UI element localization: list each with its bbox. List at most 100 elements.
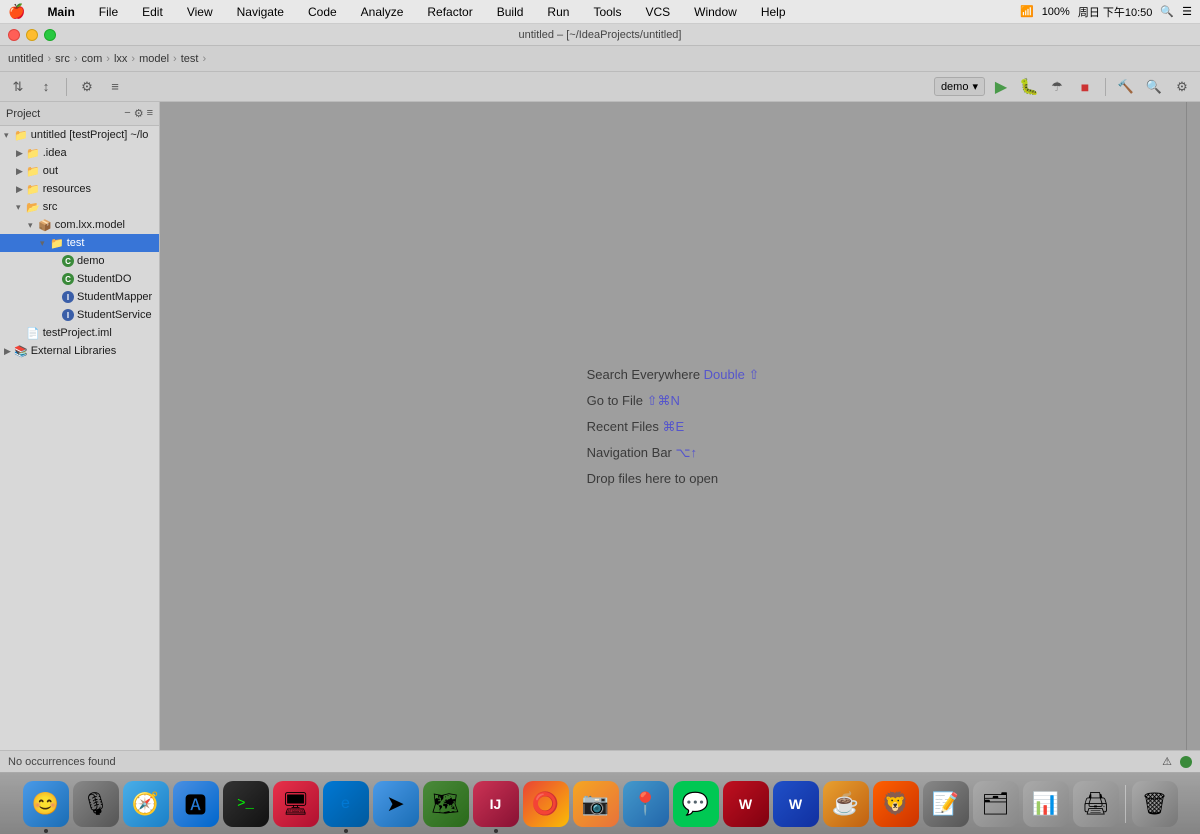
stop-button[interactable]: ■ [1073,76,1097,98]
sort-desc-button[interactable]: ↕ [34,76,58,98]
settings2-button[interactable]: ⚙ [1170,76,1194,98]
dock-brave[interactable]: 🦁 [873,781,919,827]
control-icon[interactable]: ☰ [1182,5,1192,18]
tree-item-src[interactable]: ▾ 📂 src [0,198,159,216]
class-badge-studentdo: C [62,273,74,285]
dock-wps[interactable]: W [723,781,769,827]
dock-trash[interactable]: 🗑 [1132,781,1178,827]
sidebar-header-icons: − ⚙ ≡ [124,107,153,120]
coverage-button[interactable]: ☂ [1045,76,1069,98]
menu-code[interactable]: Code [302,3,343,21]
menu-help[interactable]: Help [755,3,792,21]
menu-build[interactable]: Build [491,3,530,21]
sidebar-more-icon[interactable]: ≡ [147,107,153,120]
breadcrumb-item-test[interactable]: test [181,53,199,65]
tree-item-studentservice[interactable]: I StudentService [0,306,159,324]
appstore-icon: 🅰 [184,788,206,820]
run-configuration[interactable]: demo ▾ [934,77,985,96]
dock-intellij[interactable]: IJ [473,781,519,827]
dock-wps2[interactable]: W [773,781,819,827]
menu-main[interactable]: Main [41,3,80,21]
clock: 周日 下午10:50 [1078,4,1153,20]
dock-edge[interactable]: e [323,781,369,827]
breadcrumb-item-lxx[interactable]: lxx [114,53,127,65]
tree-item-test[interactable]: ▾ 📁 test [0,234,159,252]
dock-arrow-app[interactable]: ➤ [373,781,419,827]
dock-terminal[interactable]: >_ [223,781,269,827]
tree-item-demo[interactable]: C demo [0,252,159,270]
tree-label-package: com.lxx.model [55,219,125,231]
dock-chrome[interactable]: ⭕ [523,781,569,827]
menu-run[interactable]: Run [541,3,575,21]
breadcrumb-item-model[interactable]: model [139,53,169,65]
dock-appstore[interactable]: 🅰 [173,781,219,827]
tree-label-src: src [43,201,58,213]
expand-arrow: ▶ [16,166,26,177]
breadcrumb-item-untitled[interactable]: untitled [8,53,43,65]
tree-label-test: test [67,237,85,249]
dock-misc2[interactable]: 📊 [1023,781,1069,827]
breadcrumb-sep-3: › [106,53,110,65]
search-icon[interactable]: 🔍 [1160,5,1174,18]
tree-item-studentdo[interactable]: C StudentDO [0,270,159,288]
dock-misc3[interactable]: 🖨 [1073,781,1119,827]
tree-item-project[interactable]: ▾ 📁 untitled [testProject] ~/lo [0,126,159,144]
tree-item-resources[interactable]: ▶ 📁 resources [0,180,159,198]
dock-finder[interactable]: 😊 [23,781,69,827]
project-folder-icon: 📁 [14,129,28,142]
photos-icon: 📷 [582,791,609,817]
menu-refactor[interactable]: Refactor [421,3,478,21]
breadcrumb-item-com[interactable]: com [82,53,103,65]
menu-file[interactable]: File [93,3,124,21]
wps2-icon: W [789,796,802,812]
tree-item-package[interactable]: ▾ 📦 com.lxx.model [0,216,159,234]
menu-window[interactable]: Window [688,3,743,21]
menu-vcs[interactable]: VCS [639,3,676,21]
wps-icon: W [739,796,752,812]
menu-analyze[interactable]: Analyze [355,3,410,21]
sort-asc-button[interactable]: ⇅ [6,76,30,98]
hint-search-text: Search Everywhere [587,367,704,382]
sidebar-gear-icon[interactable]: ⚙ [134,107,144,120]
tree-item-iml[interactable]: 📄 testProject.iml [0,324,159,342]
sidebar-collapse-icon[interactable]: − [124,107,130,120]
dock-safari[interactable]: 🧭 [123,781,169,827]
terminal-icon: >_ [237,796,254,812]
menu-button[interactable]: ≡ [103,76,127,98]
tree-label-iml: testProject.iml [43,327,112,339]
close-button[interactable] [8,29,20,41]
dock-idea[interactable]: 🖥 [273,781,319,827]
tree-item-idea[interactable]: ▶ 📁 .idea [0,144,159,162]
hint-recent-shortcut: ⌘E [662,419,684,434]
breadcrumb-item-src[interactable]: src [55,53,70,65]
search-everywhere-button[interactable]: 🔍 [1142,76,1166,98]
chrome-icon: ⭕ [532,791,559,817]
menu-navigate[interactable]: Navigate [231,3,290,21]
tree-label-demo: demo [77,255,105,267]
menu-view[interactable]: View [181,3,219,21]
build-button[interactable]: 🔨 [1114,76,1138,98]
tree-item-studentmapper[interactable]: I StudentMapper [0,288,159,306]
dock-misc1[interactable]: 🗂 [973,781,1019,827]
dock-photos[interactable]: 📷 [573,781,619,827]
dock-siri[interactable]: 🎙 [73,781,119,827]
menu-edit[interactable]: Edit [136,3,169,21]
menu-tools[interactable]: Tools [587,3,627,21]
class-badge-demo: C [62,255,74,267]
dock-pin-app[interactable]: 📍 [623,781,669,827]
settings-button[interactable]: ⚙ [75,76,99,98]
dock-notes[interactable]: 📝 [923,781,969,827]
minimize-button[interactable] [26,29,38,41]
maximize-button[interactable] [44,29,56,41]
tree-item-external-libs[interactable]: ▶ 📚 External Libraries [0,342,159,360]
dock-wechat[interactable]: 💬 [673,781,719,827]
right-gutter [1186,102,1200,750]
dock-maps[interactable]: 🗺 [423,781,469,827]
editor-area[interactable]: Search Everywhere Double ⇧ Go to File ⇧⌘… [160,102,1186,750]
hint-nav-text: Navigation Bar [587,445,676,460]
apple-menu-icon[interactable]: 🍎 [8,3,25,20]
tree-item-out[interactable]: ▶ 📁 out [0,162,159,180]
dock-java[interactable]: ☕ [823,781,869,827]
run-button[interactable]: ▶ [989,76,1013,98]
debug-button[interactable]: 🐛 [1017,76,1041,98]
